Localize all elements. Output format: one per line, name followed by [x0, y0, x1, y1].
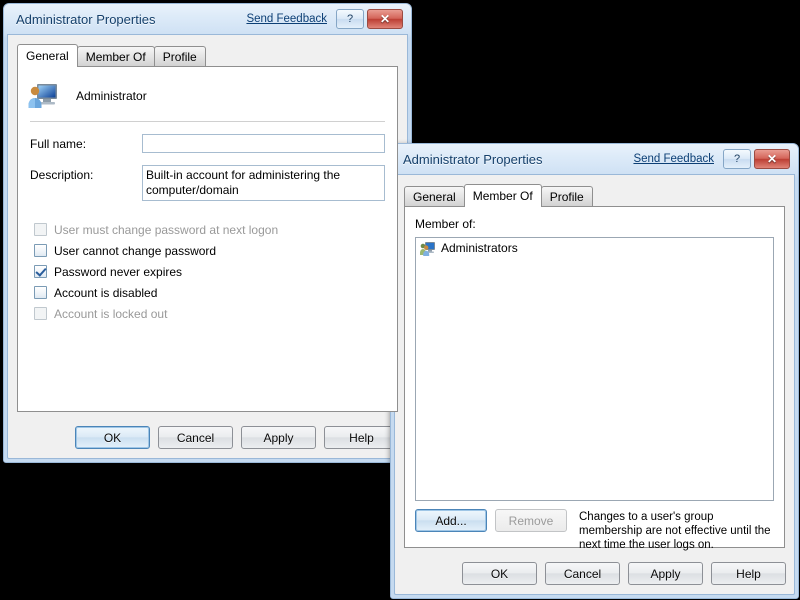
member-of-label: Member of:	[415, 217, 476, 231]
help-icon[interactable]: ?	[723, 149, 751, 169]
checkbox-row-account-disabled[interactable]: Account is disabled	[34, 282, 397, 303]
user-computer-icon	[26, 80, 58, 112]
checkbox-row-cannot-change-password[interactable]: User cannot change password	[34, 240, 397, 261]
full-name-label: Full name:	[30, 137, 87, 151]
full-name-input[interactable]	[142, 134, 385, 153]
help-button[interactable]: Help	[711, 562, 786, 585]
add-button[interactable]: Add...	[415, 509, 487, 532]
description-label: Description:	[30, 168, 94, 182]
window-title: Administrator Properties	[16, 11, 156, 27]
account-header: Administrator	[18, 67, 397, 115]
window-title: Administrator Properties	[403, 151, 543, 167]
checkbox-account-locked-out	[34, 307, 47, 320]
tab-general[interactable]: General	[17, 44, 78, 67]
ok-button[interactable]: OK	[75, 426, 150, 449]
apply-button[interactable]: Apply	[241, 426, 316, 449]
account-options-group: User must change password at next logon …	[34, 219, 397, 324]
dialog-button-bar: OK Cancel Apply Help	[462, 562, 786, 585]
divider	[30, 121, 385, 122]
tab-strip: General Member Of Profile	[404, 184, 794, 207]
tab-strip: General Member Of Profile	[17, 44, 407, 67]
send-feedback-link[interactable]: Send Feedback	[633, 153, 714, 165]
ok-button[interactable]: OK	[462, 562, 537, 585]
description-input[interactable]: Built-in account for administering the c…	[142, 165, 385, 201]
member-of-listbox[interactable]: Administrators	[415, 237, 774, 501]
list-item-label: Administrators	[441, 240, 518, 255]
cancel-button[interactable]: Cancel	[545, 562, 620, 585]
checkbox-label-account-disabled: Account is disabled	[54, 285, 158, 300]
cancel-button[interactable]: Cancel	[158, 426, 233, 449]
tab-member-of[interactable]: Member Of	[463, 184, 542, 207]
help-icon[interactable]: ?	[336, 9, 364, 29]
checkbox-password-never-expires[interactable]	[34, 265, 47, 278]
full-name-row: Full name:	[30, 134, 397, 153]
client-area: General Member Of Profile Member of: Adm…	[394, 174, 795, 595]
remove-button: Remove	[495, 509, 567, 532]
close-icon[interactable]: ✕	[367, 9, 403, 29]
checkbox-must-change-password	[34, 223, 47, 236]
title-bar[interactable]: Administrator Properties Send Feedback ?…	[4, 4, 411, 34]
group-icon	[420, 240, 436, 256]
administrator-properties-window-general[interactable]: Administrator Properties Send Feedback ?…	[3, 3, 412, 463]
tab-profile[interactable]: Profile	[540, 186, 593, 206]
description-row: Description: Built-in account for admini…	[30, 165, 397, 201]
close-icon[interactable]: ✕	[754, 149, 790, 169]
window-frame: Administrator Properties Send Feedback ?…	[4, 4, 411, 462]
checkbox-cannot-change-password[interactable]	[34, 244, 47, 257]
title-bar[interactable]: Administrator Properties Send Feedback ?…	[391, 144, 798, 174]
checkbox-label-account-locked-out: Account is locked out	[54, 306, 168, 321]
window-frame: Administrator Properties Send Feedback ?…	[391, 144, 798, 598]
send-feedback-link[interactable]: Send Feedback	[246, 13, 327, 25]
checkbox-row-must-change-password: User must change password at next logon	[34, 219, 397, 240]
dialog-button-bar: OK Cancel Apply Help	[75, 426, 399, 449]
checkbox-row-account-locked-out: Account is locked out	[34, 303, 397, 324]
checkbox-label-must-change-password: User must change password at next logon	[54, 222, 279, 237]
list-item[interactable]: Administrators	[416, 238, 773, 257]
tab-profile[interactable]: Profile	[153, 46, 206, 66]
membership-note: Changes to a user's group membership are…	[579, 511, 771, 551]
checkbox-label-password-never-expires: Password never expires	[54, 264, 183, 279]
checkbox-row-password-never-expires[interactable]: Password never expires	[34, 261, 397, 282]
checkbox-account-disabled[interactable]	[34, 286, 47, 299]
tab-page-general: Administrator Full name: Description: Bu…	[17, 66, 398, 412]
help-button[interactable]: Help	[324, 426, 399, 449]
apply-button[interactable]: Apply	[628, 562, 703, 585]
tab-general[interactable]: General	[404, 186, 465, 206]
tab-member-of[interactable]: Member Of	[76, 46, 155, 66]
administrator-properties-window-member-of[interactable]: Administrator Properties Send Feedback ?…	[390, 143, 799, 599]
account-name: Administrator	[76, 89, 147, 103]
checkbox-label-cannot-change-password: User cannot change password	[54, 243, 217, 258]
member-actions-row: Add... Remove Changes to a user's group …	[415, 509, 774, 552]
tab-page-member-of: Member of: Administrators Add... Remove …	[404, 206, 785, 551]
client-area: General Member Of Profile Administrator …	[7, 34, 408, 459]
